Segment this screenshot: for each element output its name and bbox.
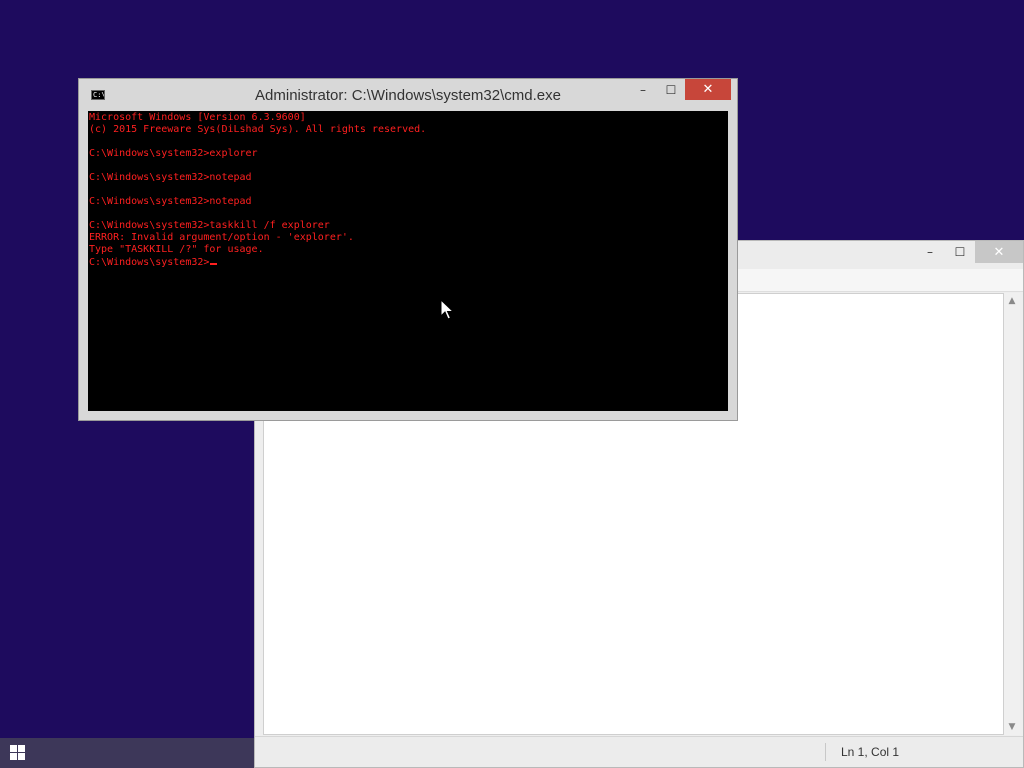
notepad-close-button[interactable]: ✕ [975,241,1023,263]
notepad-vertical-scrollbar[interactable]: ▲ ▼ [1004,293,1020,735]
notepad-maximize-button[interactable]: ☐ [945,241,975,263]
cmd-maximize-button[interactable]: ☐ [657,79,685,100]
taskbar [0,738,254,768]
text-cursor [210,263,218,265]
mouse-pointer-icon [440,299,455,320]
notepad-status-bar: Ln 1, Col 1 [255,736,1023,767]
cmd-minimize-button[interactable]: – [629,79,657,100]
console-text: Microsoft Windows [Version 6.3.9600] (c)… [89,112,427,255]
cursor-position-label: Ln 1, Col 1 [841,745,900,759]
scroll-down-icon[interactable]: ▼ [1004,719,1020,735]
notepad-window-controls: – ☐ ✕ [915,241,1023,263]
console-output[interactable]: Microsoft Windows [Version 6.3.9600] (c)… [88,111,728,411]
windows-logo-icon[interactable] [10,745,26,761]
cmd-window: C:\ Administrator: C:\Windows\system32\c… [78,78,738,421]
scroll-up-icon[interactable]: ▲ [1004,293,1020,309]
cmd-window-controls: – ☐ ✕ [629,79,731,100]
notepad-minimize-button[interactable]: – [915,241,945,263]
cmd-close-button[interactable]: ✕ [685,79,731,100]
console-prompt: C:\Windows\system32> [89,257,210,268]
cmd-titlebar[interactable]: C:\ Administrator: C:\Windows\system32\c… [79,79,737,111]
status-separator [825,743,826,761]
